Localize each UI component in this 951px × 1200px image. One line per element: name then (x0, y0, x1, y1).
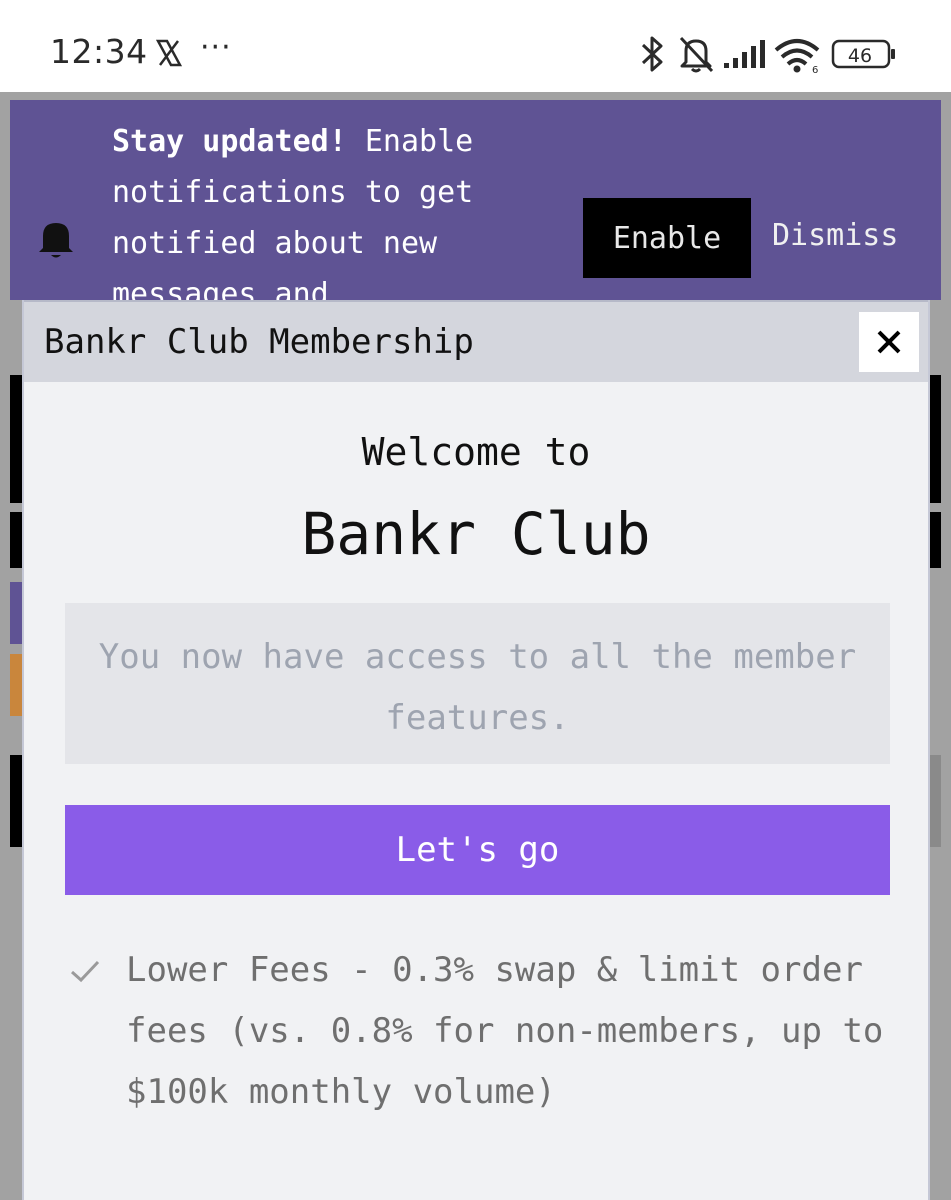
notification-message: Stay updated! Enable notifications to ge… (112, 116, 552, 320)
background-strip (10, 755, 22, 847)
dismiss-button[interactable]: Dismiss (772, 218, 898, 253)
club-name-heading: Bankr Club (301, 500, 651, 568)
background-strip (930, 512, 941, 568)
membership-modal: Bankr Club Membership Welcome to Bankr C… (22, 300, 930, 1200)
muted-bell-icon (679, 36, 714, 73)
enable-notifications-button[interactable]: Enable (583, 198, 751, 278)
background-strip (10, 375, 22, 503)
cell-signal-icon (724, 40, 765, 68)
modal-title: Bankr Club Membership (44, 322, 474, 362)
battery-level: 46 (848, 45, 872, 67)
access-notice: You now have access to all the member fe… (65, 603, 890, 764)
lets-go-button[interactable]: Let's go (65, 805, 890, 895)
status-time: 12:34 (50, 32, 148, 71)
more-notifications-icon: ··· (200, 30, 232, 65)
bluetooth-icon (641, 36, 663, 72)
access-text: You now have access to all the member fe… (98, 637, 857, 738)
checkmark-icon (71, 960, 100, 983)
feature-text: Lower Fees - 0.3% swap & limit order fee… (126, 950, 884, 1112)
notification-banner: Stay updated! Enable notifications to ge… (10, 100, 941, 312)
close-button[interactable] (859, 312, 919, 372)
svg-text:6: 6 (812, 65, 818, 74)
background-strip (930, 755, 941, 847)
modal-header: Bankr Club Membership (24, 300, 928, 382)
welcome-text: Welcome to (361, 430, 591, 474)
background-strip (10, 512, 22, 568)
status-bar: 12:34 ··· 6 46 (0, 0, 951, 92)
x-app-icon (156, 39, 182, 67)
close-icon (877, 330, 901, 354)
wifi-icon: 6 (774, 39, 820, 74)
battery-icon: 46 (831, 39, 895, 69)
notification-headline: Stay updated! (112, 124, 347, 159)
bell-icon (39, 223, 73, 258)
background-strip (10, 582, 22, 644)
background-strip (10, 654, 22, 716)
background-strip (930, 375, 941, 503)
